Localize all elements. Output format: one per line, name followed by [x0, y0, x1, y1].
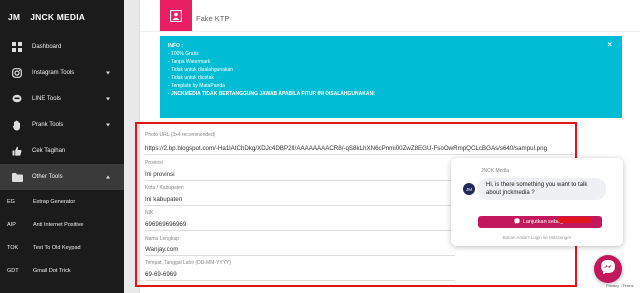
chevron-down-icon: [106, 97, 110, 101]
line-icon: [11, 93, 23, 105]
info-line: - Tanpa Watermark: [168, 59, 211, 65]
nik-label: NIK: [145, 210, 154, 216]
subitem-abbr: GDT: [7, 267, 19, 274]
chat-sender: JNCK Media: [481, 168, 510, 174]
sidebar-subitem-gmail-dot-trick[interactable]: GDT Gmail Dot Trick: [0, 259, 124, 282]
subitem-label: Gmail Dot Trick: [33, 267, 71, 274]
hand-icon: [11, 119, 23, 131]
chevron-down-icon: [106, 71, 110, 75]
sidebar-item-cek-tagihan[interactable]: Cek Tagihan: [0, 138, 124, 164]
page-title: Fake KTP: [196, 14, 230, 23]
dashboard-icon: [11, 41, 23, 53]
subitem-label: Text To Old Keypad: [33, 244, 81, 251]
chevron-up-icon: [106, 175, 110, 179]
photo-url-input[interactable]: https://2.bp.blogspot.com/-Ha1lAtChDkg/X…: [145, 145, 547, 152]
sidebar-subitem-anti-internet-positive[interactable]: AIP Anti Internet Positive: [0, 213, 124, 236]
folder-icon: [11, 171, 23, 183]
sidebar-item-label: Instagram Tools: [32, 70, 75, 76]
ttl-input[interactable]: 69-69-6969: [145, 271, 177, 278]
messenger-chat-popup: JNCK Media JM Hi, is there something you…: [451, 158, 623, 246]
redacted-name-mark: [558, 217, 592, 223]
input-underline: [145, 255, 455, 256]
chat-message: Hi, is there something you want to talk …: [478, 178, 606, 200]
recaptcha-terms[interactable]: Privacy - Terms: [606, 283, 633, 288]
sidebar-subitem-text-to-old-keypad[interactable]: TOK Text To Old Keypad: [0, 236, 124, 259]
kota-input[interactable]: Ini kabupaten: [145, 196, 182, 203]
photo-url-label: Photo URL (3x4 recommended): [145, 132, 216, 138]
info-title: INFO :: [168, 43, 183, 49]
thumbs-up-icon: [11, 145, 23, 157]
sidebar-item-label: Prank Tools: [32, 122, 64, 128]
sidebar-item-label: Other Tools: [32, 174, 63, 180]
sidebar-item-instagram-tools[interactable]: Instagram Tools: [0, 60, 124, 86]
sidebar-item-line-tools[interactable]: LINE Tools: [0, 86, 124, 112]
sidebar-item-label: LINE Tools: [32, 96, 61, 102]
nama-label: Nama Lengkap: [145, 236, 179, 242]
input-underline: [145, 230, 455, 231]
sidebar-subitem-extrap-generator[interactable]: EG Extrap Generator: [0, 190, 124, 213]
kota-label: Kota / Kabupaten: [145, 185, 184, 191]
sidebar-item-prank-tools[interactable]: Prank Tools: [0, 112, 124, 138]
close-icon[interactable]: ×: [607, 41, 612, 49]
messenger-icon: [514, 218, 520, 226]
sidebar: JM JNCK MEDIA Dashboard Instagram Tools …: [0, 0, 124, 293]
info-line: - Tidak untuk dicetak: [168, 75, 214, 81]
provinsi-label: Provinsi: [145, 160, 163, 166]
brand-abbr: JM: [8, 12, 21, 22]
avatar: JM: [463, 183, 475, 195]
info-warning: - JNCKMEDIA TIDAK BERTANGGUNG JAWAB APAB…: [168, 91, 375, 97]
subitem-label: Extrap Generator: [33, 198, 76, 205]
id-card-icon: [160, 0, 192, 32]
sidebar-item-label: Dashboard: [32, 44, 62, 50]
instagram-icon: [11, 67, 23, 79]
divider: [140, 31, 640, 32]
provinsi-input[interactable]: Ini provinsi: [145, 171, 175, 178]
subitem-label: Anti Internet Positive: [33, 221, 84, 228]
brand[interactable]: JM JNCK MEDIA: [0, 0, 124, 34]
sidebar-item-dashboard[interactable]: Dashboard: [0, 34, 124, 60]
info-line: - Tidak untuk disalahgunakan: [168, 67, 234, 73]
subitem-abbr: TOK: [7, 244, 19, 251]
subitem-abbr: AIP: [7, 221, 16, 228]
input-underline: [145, 280, 455, 281]
sidebar-item-label: Cek Tagihan: [32, 148, 66, 154]
input-underline: [145, 180, 455, 181]
sidebar-item-other-tools[interactable]: Other Tools: [0, 164, 124, 190]
messenger-icon: [600, 259, 616, 280]
brand-name: JNCK MEDIA: [30, 12, 86, 22]
subitem-abbr: EG: [7, 198, 15, 205]
input-underline: [145, 205, 455, 206]
info-line: - 100% Gratis: [168, 51, 199, 57]
chat-footer-link[interactable]: Bukan Anda? Login ke Messenger: [451, 235, 623, 240]
nik-input[interactable]: 696969696969: [145, 221, 186, 228]
chevron-down-icon: [106, 123, 110, 127]
input-underline: [145, 154, 573, 155]
messenger-button[interactable]: [594, 255, 622, 283]
ttl-label: Tempat, Tanggal Lahir (DD-MM-YYYY): [145, 260, 232, 266]
nama-input[interactable]: Wanjay.com: [145, 246, 178, 253]
info-line: - Template by MataPanda: [168, 83, 225, 89]
info-alert: × INFO : - 100% Gratis - Tanpa Watermark…: [160, 36, 622, 118]
